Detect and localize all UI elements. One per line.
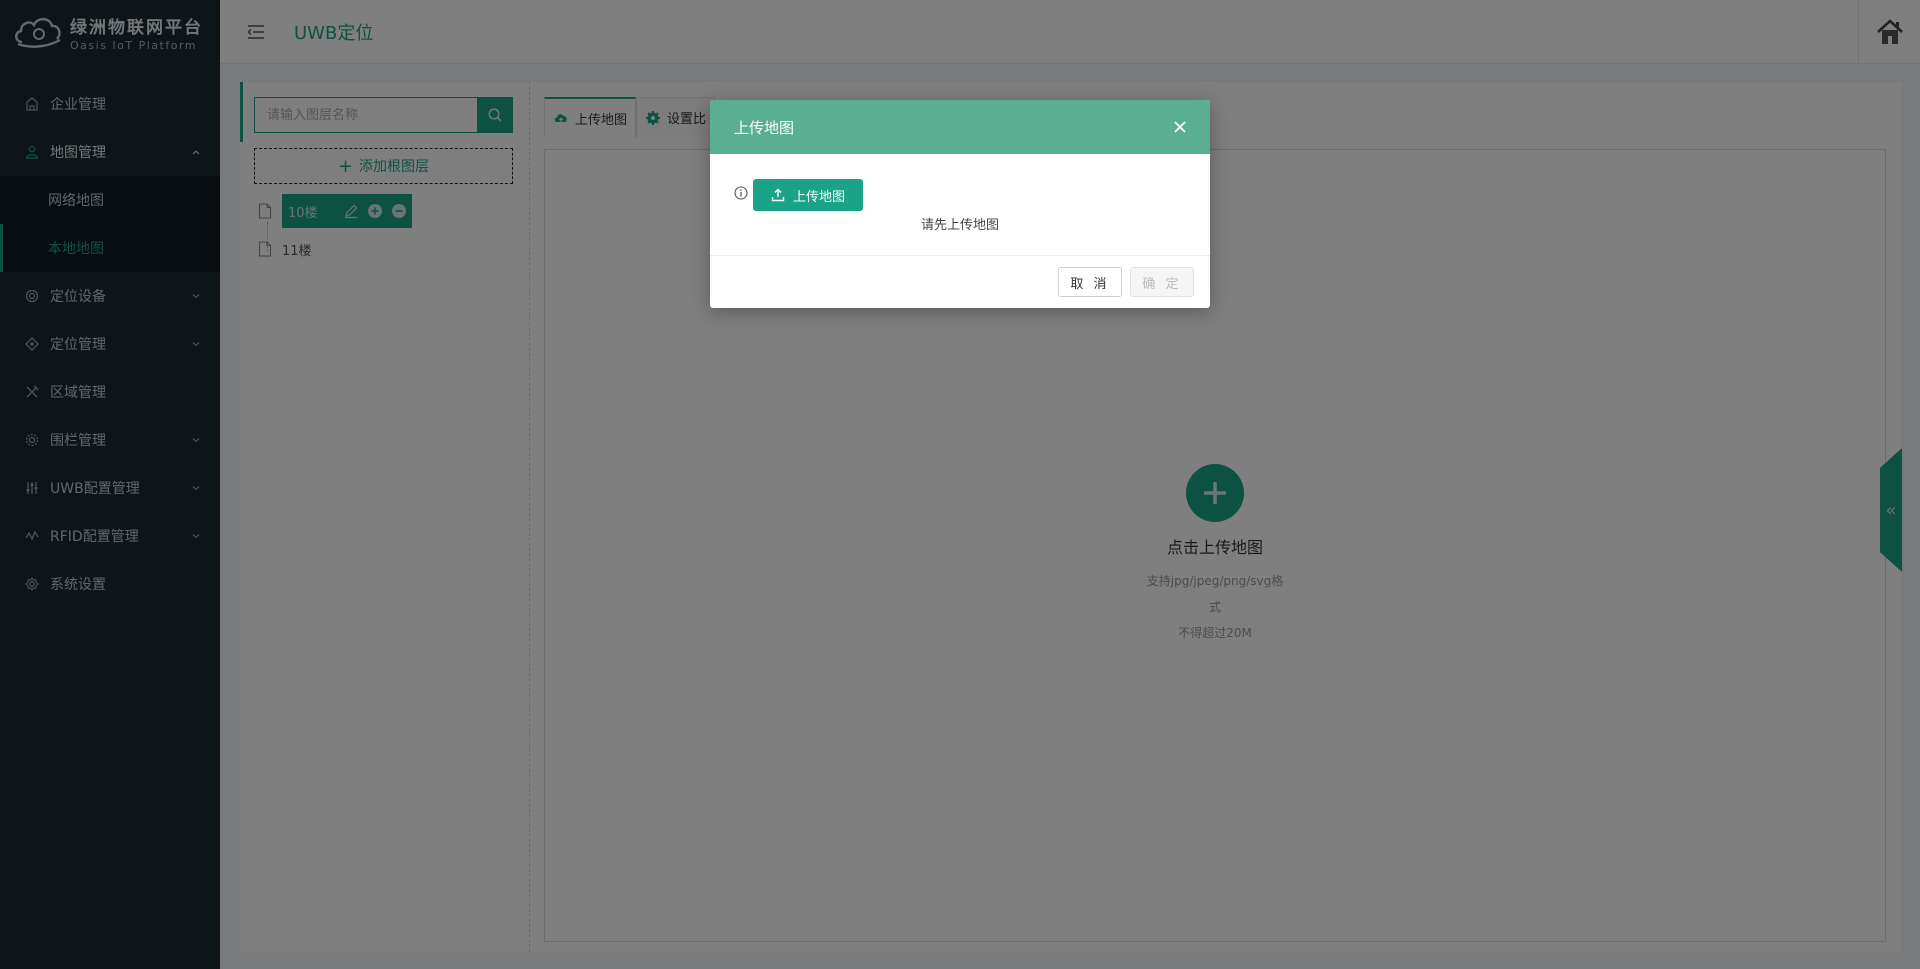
upload-button-label: 上传地图 [792,189,845,205]
dialog-body: 上传地图 请先上传地图 [710,154,1210,256]
dialog-footer: 取 消 确 定 [710,256,1210,308]
upload-map-dialog: 上传地图 上传地图 请先上传地图 取 消 确 定 [710,100,1210,308]
info-icon [734,186,748,200]
confirm-button[interactable]: 确 定 [1130,267,1194,297]
dialog-header: 上传地图 [710,100,1210,154]
dialog-title: 上传地图 [734,118,795,137]
upload-map-button[interactable]: 上传地图 [753,179,863,211]
close-icon [1174,121,1186,133]
close-button[interactable] [1170,117,1190,137]
cancel-button[interactable]: 取 消 [1058,267,1122,297]
upload-icon [771,188,785,202]
upload-message: 请先上传地图 [920,218,999,233]
